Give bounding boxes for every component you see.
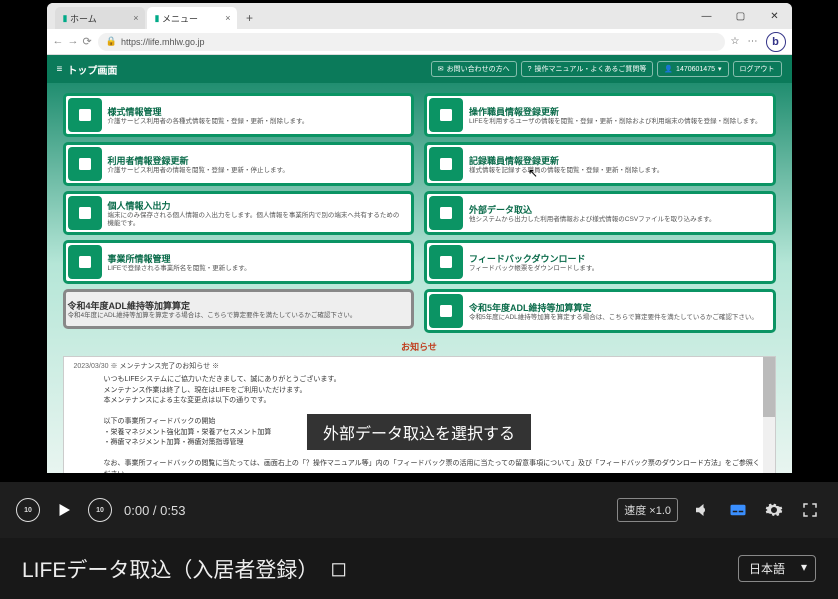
language-select[interactable]: 日本語 bbox=[738, 555, 816, 582]
browser-window: ▮ ホーム ▮ メニュー + — ▢ ✕ ← → ⟳ 🔒 https://lif… bbox=[47, 3, 792, 473]
video-area: ▮ ホーム ▮ メニュー + — ▢ ✕ ← → ⟳ 🔒 https://lif… bbox=[0, 0, 838, 482]
refresh-icon[interactable]: ⟳ bbox=[83, 35, 92, 48]
menu-card[interactable]: 令和4年度ADL維持等加算算定令和4年度にADL維持等加算を算定する場合は、こち… bbox=[63, 289, 415, 329]
card-desc: LIFEを利用するユーザの情報を閲覧・登録・更新・削除および利用端末の情報を登録… bbox=[469, 118, 767, 126]
settings-button[interactable] bbox=[762, 498, 786, 522]
card-desc: フィードバック帳票をダウンロードします。 bbox=[469, 265, 767, 273]
card-title: 記録職員情報登録更新 bbox=[469, 154, 767, 167]
fullscreen-button[interactable] bbox=[798, 498, 822, 522]
video-title: LIFEデータ取込（入居者登録） bbox=[22, 554, 318, 584]
time-display: 0:00 / 0:53 bbox=[124, 503, 185, 518]
bing-icon[interactable]: b bbox=[766, 32, 786, 52]
card-title: 操作職員情報登録更新 bbox=[469, 105, 767, 118]
menu-card[interactable]: 事業所情報管理LIFEで登録される事業所名を閲覧・更新します。 bbox=[63, 240, 415, 284]
new-tab-button[interactable]: + bbox=[239, 7, 261, 29]
menu-card[interactable]: 操作職員情報登録更新LIFEを利用するユーザの情報を閲覧・登録・更新・削除および… bbox=[424, 93, 776, 137]
bookmark-icon[interactable]: ◻ bbox=[330, 556, 347, 581]
menu-card[interactable]: 外部データ取込他システムから出力した利用者情報および様式情報のCSVファイルを取… bbox=[424, 191, 776, 235]
browser-tab[interactable]: ▮ ホーム bbox=[55, 7, 145, 29]
notice-heading: お知らせ bbox=[47, 337, 792, 356]
card-title: 様式情報管理 bbox=[108, 105, 406, 118]
menu-card[interactable]: 令和5年度ADL維持等加算算定令和5年度にADL維持等加算を算定する場合は、こち… bbox=[424, 289, 776, 333]
card-icon bbox=[68, 147, 102, 181]
card-title: 外部データ取込 bbox=[469, 203, 767, 216]
menu-card[interactable]: フィードバックダウンロードフィードバック帳票をダウンロードします。 bbox=[424, 240, 776, 284]
speed-button[interactable]: 速度 ×1.0 bbox=[617, 498, 678, 522]
close-button[interactable]: ✕ bbox=[758, 3, 792, 29]
maximize-button[interactable]: ▢ bbox=[724, 3, 758, 29]
user-badge[interactable]: 👤 1470601475 ▾ bbox=[657, 61, 728, 77]
card-icon bbox=[68, 98, 102, 132]
contact-button[interactable]: ✉ お問い合わせの方へ bbox=[431, 61, 517, 77]
card-desc: 介護サービス利用者の各種式情報を閲覧・登録・更新・削除します。 bbox=[108, 118, 406, 126]
lock-icon: 🔒 bbox=[106, 36, 117, 47]
menu-card[interactable]: 利用者情報登録更新介護サービス利用者の情報を閲覧・登録・更新・停止します。 bbox=[63, 142, 415, 186]
favorite-icon[interactable]: ☆ bbox=[731, 36, 740, 47]
browser-tab[interactable]: ▮ メニュー bbox=[147, 7, 237, 29]
menu-card[interactable]: 様式情報管理介護サービス利用者の各種式情報を閲覧・登録・更新・削除します。 bbox=[63, 93, 415, 137]
notice-title: ※ メンテナンス完了のお知らせ ※ bbox=[111, 363, 220, 370]
rewind-10-button[interactable]: 10 bbox=[16, 498, 40, 522]
browser-tab-strip: ▮ ホーム ▮ メニュー + — ▢ ✕ bbox=[47, 3, 792, 29]
url-field[interactable]: 🔒 https://life.mhlw.go.jp bbox=[98, 33, 725, 51]
card-title: 個人情報入出力 bbox=[108, 199, 406, 212]
card-title: 令和4年度ADL維持等加算算定 bbox=[68, 299, 406, 312]
card-desc: 様式情報を記録する職員の情報を閲覧・登録・更新・削除します。 bbox=[469, 167, 767, 175]
card-icon bbox=[68, 196, 102, 230]
forward-icon[interactable]: → bbox=[68, 35, 79, 48]
card-desc: 端末にのみ保存される個人情報の入出力をします。個人情報を事業所内で別の端末へ共有… bbox=[108, 212, 406, 228]
captions-button[interactable] bbox=[726, 498, 750, 522]
back-icon[interactable]: ← bbox=[53, 35, 64, 48]
menu-card[interactable]: 個人情報入出力端末にのみ保存される個人情報の入出力をします。個人情報を事業所内で… bbox=[63, 191, 415, 235]
play-button[interactable] bbox=[52, 498, 76, 522]
video-controls: 10 10 0:00 / 0:53 速度 ×1.0 bbox=[0, 482, 838, 538]
forward-10-button[interactable]: 10 bbox=[88, 498, 112, 522]
card-desc: 令和5年度にADL維持等加算を算定する場合は、こちらで算定要件を満たしているかご… bbox=[469, 314, 767, 322]
menu-card[interactable]: 記録職員情報登録更新様式情報を記録する職員の情報を閲覧・登録・更新・削除します。 bbox=[424, 142, 776, 186]
card-title: 利用者情報登録更新 bbox=[108, 154, 406, 167]
menu-cards: 様式情報管理介護サービス利用者の各種式情報を閲覧・登録・更新・削除します。利用者… bbox=[47, 83, 792, 337]
url-bar: ← → ⟳ 🔒 https://life.mhlw.go.jp ☆ ⋯ b bbox=[47, 29, 792, 55]
scrollbar[interactable] bbox=[763, 357, 775, 473]
url-text: https://life.mhlw.go.jp bbox=[121, 37, 205, 47]
notice-date: 2023/03/30 bbox=[74, 363, 109, 370]
manual-button[interactable]: ? 操作マニュアル・よくあるご質問等 bbox=[521, 61, 654, 77]
page-title-text: トップ画面 bbox=[67, 62, 117, 77]
hamburger-icon[interactable]: ≡ bbox=[57, 64, 63, 75]
card-desc: LIFEで登録される事業所名を閲覧・更新します。 bbox=[108, 265, 406, 273]
minimize-button[interactable]: — bbox=[690, 3, 724, 29]
card-title: フィードバックダウンロード bbox=[469, 252, 767, 265]
card-icon bbox=[429, 294, 463, 328]
logout-button[interactable]: ログアウト bbox=[733, 61, 782, 77]
card-icon bbox=[429, 245, 463, 279]
card-title: 令和5年度ADL維持等加算算定 bbox=[469, 301, 767, 314]
subtitle-overlay: 外部データ取込を選択する bbox=[307, 414, 531, 450]
page-header: ≡ トップ画面 ✉ お問い合わせの方へ ? 操作マニュアル・よくあるご質問等 👤… bbox=[47, 55, 792, 83]
page-content: ≡ トップ画面 ✉ お問い合わせの方へ ? 操作マニュアル・よくあるご質問等 👤… bbox=[47, 55, 792, 473]
card-desc: 令和4年度にADL維持等加算を算定する場合は、こちらで算定要件を満たしているかご… bbox=[68, 312, 406, 320]
card-icon bbox=[68, 245, 102, 279]
title-bar: LIFEデータ取込（入居者登録） ◻ 日本語 bbox=[0, 538, 838, 599]
card-desc: 他システムから出力した利用者情報および様式情報のCSVファイルを取り込みます。 bbox=[469, 216, 767, 224]
card-title: 事業所情報管理 bbox=[108, 252, 406, 265]
menu-icon[interactable]: ⋯ bbox=[748, 36, 758, 47]
card-icon bbox=[429, 196, 463, 230]
card-icon bbox=[429, 98, 463, 132]
volume-button[interactable] bbox=[690, 498, 714, 522]
card-icon bbox=[429, 147, 463, 181]
card-desc: 介護サービス利用者の情報を閲覧・登録・更新・停止します。 bbox=[108, 167, 406, 175]
